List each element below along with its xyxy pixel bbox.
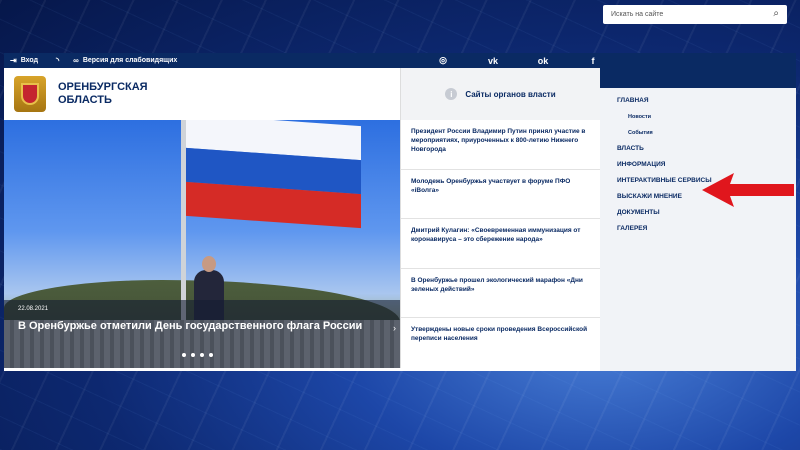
site-header[interactable]: ОРЕНБУРГСКАЯ ОБЛАСТЬ bbox=[4, 68, 400, 120]
site-title-line1: ОРЕНБУРГСКАЯ bbox=[58, 81, 148, 93]
red-arrow-icon bbox=[702, 173, 794, 207]
news-item[interactable]: Президент России Владимир Путин принял у… bbox=[401, 120, 600, 170]
login-link[interactable]: ⇥ Вход bbox=[10, 56, 38, 65]
gov-sites-label: Сайты органов власти bbox=[465, 89, 556, 99]
slider-dot[interactable] bbox=[191, 353, 195, 357]
rss-icon: ◝ bbox=[56, 56, 60, 65]
social-links: ◎ vk ok f bbox=[418, 53, 618, 68]
sidebar-nav: ГЛАВНАЯ Новости События ВЛАСТЬ ИНФОРМАЦИ… bbox=[600, 88, 796, 371]
slider-dots bbox=[182, 353, 213, 357]
search-icon[interactable]: ⌕ bbox=[773, 8, 779, 19]
website-screen: ⇥ Вход ◝ ∞ Версия для слабовидящих ◎ vk … bbox=[4, 53, 796, 371]
site-title: ОРЕНБУРГСКАЯ ОБЛАСТЬ bbox=[58, 81, 148, 107]
slider-dot[interactable] bbox=[182, 353, 186, 357]
login-label: Вход bbox=[20, 57, 39, 64]
login-icon: ⇥ bbox=[10, 56, 17, 65]
news-item[interactable]: Утверждены новые сроки проведения Всерос… bbox=[401, 318, 600, 368]
nav-item-gallery[interactable]: ГАЛЕРЕЯ bbox=[600, 221, 796, 237]
accessibility-label: Версия для слабовидящих bbox=[82, 57, 178, 64]
glasses-icon: ∞ bbox=[73, 56, 79, 65]
accessibility-link[interactable]: ∞ Версия для слабовидящих bbox=[73, 56, 177, 65]
search-input[interactable]: Искать на сайте ⌕ bbox=[603, 5, 787, 24]
slider-next-icon[interactable]: › bbox=[393, 323, 396, 333]
slider-dot[interactable] bbox=[209, 353, 213, 357]
news-item[interactable]: Дмитрий Кулагин: «Своевременная иммуниза… bbox=[401, 219, 600, 269]
search-placeholder: Искать на сайте bbox=[611, 11, 664, 18]
gov-sites-button[interactable]: i Сайты органов власти bbox=[400, 68, 600, 120]
info-icon: i bbox=[445, 88, 458, 100]
nav-item-main[interactable]: ГЛАВНАЯ bbox=[600, 93, 796, 109]
region-emblem-icon bbox=[14, 76, 46, 112]
hero-title[interactable]: В Оренбуржье отметили День государственн… bbox=[18, 320, 398, 332]
news-item[interactable]: В Оренбуржье прошел экологический марафо… bbox=[401, 269, 600, 319]
hero-caption-overlay bbox=[4, 300, 400, 368]
site-title-line2: ОБЛАСТЬ bbox=[58, 94, 112, 106]
news-list: Президент России Владимир Путин принял у… bbox=[400, 120, 600, 368]
nav-item-power[interactable]: ВЛАСТЬ bbox=[600, 141, 796, 157]
slider-dot[interactable] bbox=[200, 353, 204, 357]
odnoklassniki-icon[interactable]: ok bbox=[518, 56, 568, 66]
vk-icon[interactable]: vk bbox=[468, 56, 518, 66]
news-item[interactable]: Молодежь Оренбуржья участвует в форуме П… bbox=[401, 170, 600, 220]
nav-sub-events[interactable]: События bbox=[600, 125, 796, 141]
russian-flag-image bbox=[186, 120, 361, 229]
hero-slider[interactable]: 22.08.2021 В Оренбуржье отметили День го… bbox=[4, 120, 400, 368]
search-bar-area bbox=[600, 53, 796, 88]
hero-date: 22.08.2021 bbox=[18, 306, 49, 312]
instagram-icon[interactable]: ◎ bbox=[418, 55, 468, 66]
rss-link[interactable]: ◝ bbox=[56, 56, 63, 65]
nav-sub-news[interactable]: Новости bbox=[600, 109, 796, 125]
